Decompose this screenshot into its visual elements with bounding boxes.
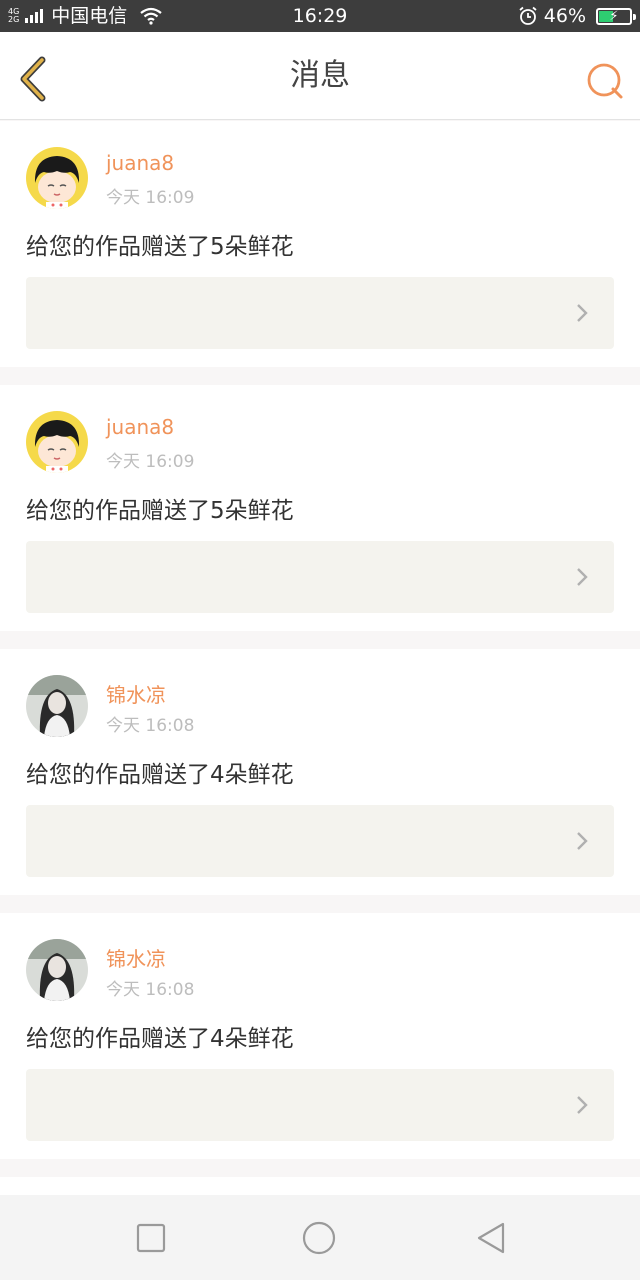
chevron-right-icon [577,568,588,586]
message-text: 给您的作品赠送了5朵鲜花 [26,234,294,260]
message-card: 锦水凉 今天 16:08 给您的作品赠送了4朵鲜花 [0,913,640,1159]
chevron-right-icon [577,1096,588,1114]
message-text: 给您的作品赠送了4朵鲜花 [26,762,294,788]
work-link[interactable] [26,805,614,877]
alarm-icon [519,6,537,25]
message-time: 今天 16:09 [106,188,195,208]
status-right: 46% ⚡ [518,0,636,32]
username[interactable]: 锦水凉 [106,943,166,972]
message-card: 锦水凉 今天 16:08 给您的作品赠送了4朵鲜花 [0,649,640,895]
page-title: 消息 [290,58,350,93]
work-link[interactable] [26,1069,614,1141]
username[interactable]: 锦水凉 [106,679,166,708]
back-nav-icon[interactable] [474,1221,508,1255]
chevron-right-icon [577,304,588,322]
search-icon[interactable] [586,62,624,100]
username[interactable]: juana8 [106,415,174,439]
status-bar: 4G 2G 中国电信 16:29 46% ⚡ [0,0,640,32]
message-time: 今天 16:08 [106,980,195,1000]
avatar[interactable] [26,147,88,209]
avatar[interactable] [26,675,88,737]
message-card-partial [0,1177,640,1195]
work-link[interactable] [26,541,614,613]
battery-icon: ⚡ [596,7,636,25]
message-card: juana8 今天 16:09 给您的作品赠送了5朵鲜花 [0,121,640,367]
message-time: 今天 16:09 [106,452,195,472]
avatar[interactable] [26,411,88,473]
header: 消息 [0,32,640,120]
recent-apps-icon[interactable] [134,1221,168,1255]
message-card: juana8 今天 16:09 给您的作品赠送了5朵鲜花 [0,385,640,631]
home-icon[interactable] [302,1221,336,1255]
username[interactable]: juana8 [106,151,174,175]
system-nav-bar [0,1195,640,1280]
avatar[interactable] [26,939,88,1001]
message-time: 今天 16:08 [106,716,195,736]
work-link[interactable] [26,277,614,349]
message-text: 给您的作品赠送了4朵鲜花 [26,1026,294,1052]
message-text: 给您的作品赠送了5朵鲜花 [26,498,294,524]
battery-percent: 46% [543,5,586,27]
chevron-right-icon [577,832,588,850]
